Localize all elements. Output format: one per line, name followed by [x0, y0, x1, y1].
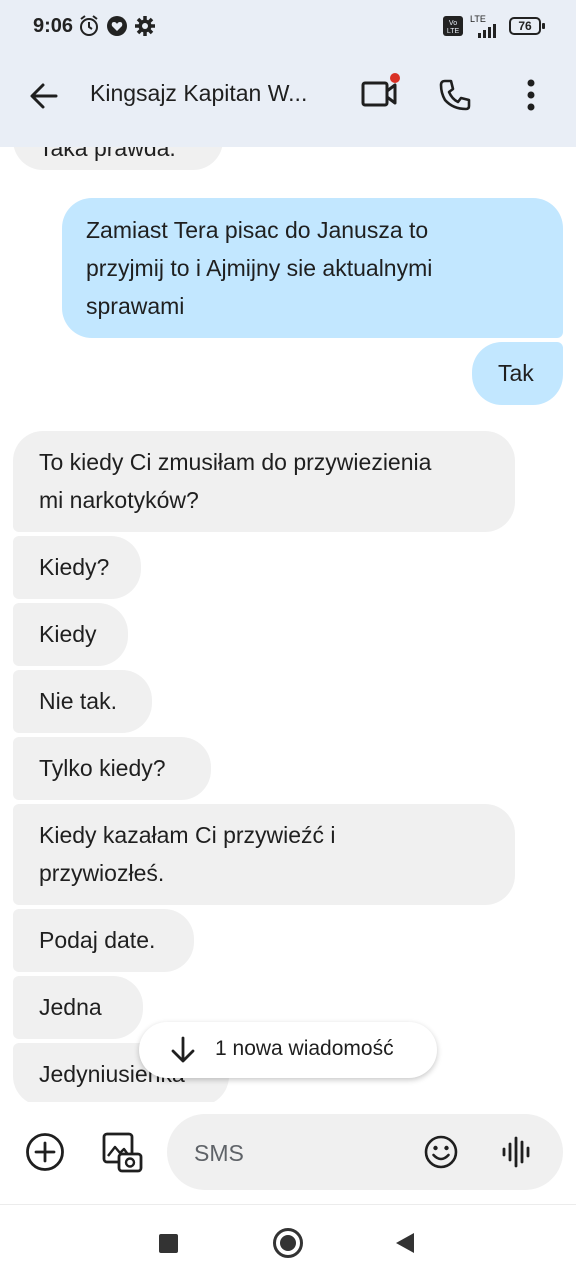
- message-text: Tak: [498, 360, 534, 386]
- signal-icon: [478, 24, 496, 38]
- new-message-chip[interactable]: 1 nowa wiadomość: [139, 1022, 437, 1078]
- message-input-field[interactable]: [167, 1114, 563, 1190]
- arrow-down-icon: [171, 1036, 195, 1063]
- emoji-icon[interactable]: [423, 1134, 459, 1170]
- message-text: Kiedy kazałam Ci przywieźć i: [39, 822, 336, 848]
- alarm-icon: [80, 15, 98, 36]
- svg-text:LTE: LTE: [447, 28, 460, 35]
- message-bubble-incoming[interactable]: Taka prawda.: [13, 147, 223, 170]
- message-bubble-incoming[interactable]: To kiedy Ci zmusiłam do przywiezienia mi…: [13, 431, 515, 532]
- volte-icon: Vo LTE: [443, 16, 463, 36]
- message-bubble-incoming[interactable]: Nie tak.: [13, 670, 152, 733]
- message-text: To kiedy Ci zmusiłam do przywiezienia: [39, 449, 432, 475]
- voice-icon[interactable]: [501, 1134, 533, 1170]
- status-bar: 9:06 Vo LTE LTE 76: [0, 0, 576, 56]
- message-text: sprawami: [86, 293, 185, 319]
- message-text: Kiedy?: [39, 554, 110, 580]
- message-text: przyjmij to i Ajmijny sie aktualnymi: [86, 255, 433, 281]
- message-text: Taka prawda.: [39, 147, 176, 161]
- message-bubble-incoming[interactable]: Tylko kiedy?: [13, 737, 211, 800]
- battery-level: 76: [518, 19, 532, 33]
- phone-icon[interactable]: [438, 78, 472, 112]
- message-bubble-outgoing[interactable]: Zamiast Tera pisac do Janusza to przyjmi…: [62, 198, 563, 338]
- notification-dot: [390, 73, 400, 83]
- back-triangle-icon[interactable]: [394, 1232, 416, 1254]
- message-text: Jedna: [39, 994, 102, 1020]
- message-bubble-incoming[interactable]: Podaj date.: [13, 909, 194, 972]
- status-time: 9:06: [33, 15, 74, 37]
- system-nav-bar: [0, 1204, 576, 1281]
- battery-icon: 76: [509, 17, 545, 35]
- home-circle-icon[interactable]: [273, 1228, 303, 1258]
- message-text: Zamiast Tera pisac do Janusza to: [86, 217, 429, 243]
- message-text: Tylko kiedy?: [39, 755, 166, 781]
- video-call-icon[interactable]: [360, 72, 402, 112]
- gallery-icon[interactable]: [100, 1130, 144, 1174]
- message-text: Nie tak.: [39, 688, 117, 714]
- message-bubble-outgoing[interactable]: Tak: [472, 342, 563, 405]
- message-bubble-incoming[interactable]: Jedna: [13, 976, 143, 1039]
- message-text: mi narkotyków?: [39, 487, 199, 513]
- message-bubble-incoming[interactable]: Kiedy?: [13, 536, 141, 599]
- more-vert-icon[interactable]: [520, 79, 542, 111]
- message-text: Kiedy: [39, 621, 97, 647]
- add-icon[interactable]: [25, 1132, 65, 1172]
- message-text: przywiozłeś.: [39, 860, 165, 886]
- sms-input[interactable]: [192, 1132, 416, 1174]
- message-bubble-incoming[interactable]: Kiedy kazałam Ci przywieźć i przywiozłeś…: [13, 804, 515, 905]
- message-list[interactable]: Taka prawda. Zamiast Tera pisac do Janus…: [0, 147, 576, 1102]
- top-bar: 9:06 Vo LTE LTE 76 Kingsajz Kapitan W...: [0, 0, 576, 147]
- new-message-label: 1 nowa wiadomość: [215, 1037, 394, 1060]
- message-bubble-incoming[interactable]: Kiedy: [13, 603, 128, 666]
- svg-text:Vo: Vo: [449, 20, 457, 27]
- back-arrow-icon[interactable]: [28, 80, 60, 112]
- recents-square-icon[interactable]: [159, 1234, 178, 1253]
- heart-icon: [107, 16, 127, 36]
- message-text: Podaj date.: [39, 927, 156, 953]
- settings-icon: [135, 16, 155, 36]
- conversation-title[interactable]: Kingsajz Kapitan W...: [90, 80, 307, 107]
